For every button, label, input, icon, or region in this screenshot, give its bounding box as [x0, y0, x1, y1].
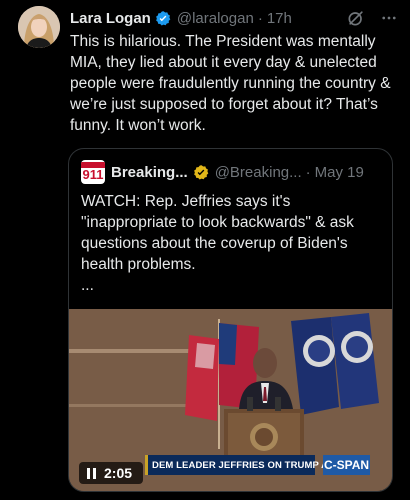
pause-icon: [87, 467, 96, 479]
quoted-tweet-header: 911 Breaking... @Breaking... · May 19: [81, 160, 380, 184]
network-logo-text: C-SPAN: [323, 458, 370, 472]
more-icon[interactable]: [380, 9, 398, 27]
tweet-text: This is hilarious. The President was men…: [70, 33, 395, 134]
quoted-tweet-text: WATCH: Rep. Jeffries says it's "inapprop…: [81, 193, 354, 294]
tweet[interactable]: Lara Logan @laralogan · 17h This is hila…: [0, 0, 410, 500]
header-actions: [346, 8, 398, 28]
tweet-header: Lara Logan @laralogan · 17h: [70, 7, 398, 29]
separator-dot: ·: [257, 9, 263, 27]
quoted-tweet-time[interactable]: May 19: [315, 164, 364, 181]
quoted-tweet[interactable]: 911 Breaking... @Breaking... · May 19 WA…: [68, 148, 393, 492]
video-duration: 2:05: [104, 465, 133, 481]
video-chyron: DEM LEADER JEFFRIES ON TRUMP AGENDA: [145, 455, 363, 475]
separator-dot: ·: [305, 163, 311, 181]
video-player[interactable]: 2:05 DEM LEADER JEFFRIES ON TRUMP AGENDA…: [69, 309, 392, 491]
verified-badge-icon: [155, 10, 172, 27]
quoted-avatar[interactable]: 911: [81, 160, 105, 184]
quoted-author-name[interactable]: Breaking...: [111, 164, 188, 181]
author-name[interactable]: Lara Logan: [70, 10, 151, 27]
quoted-author-handle[interactable]: @Breaking...: [215, 164, 302, 181]
author-handle[interactable]: @laralogan: [177, 10, 254, 27]
gold-verified-badge-icon: [193, 164, 210, 181]
grok-icon[interactable]: [346, 8, 366, 28]
tweet-time[interactable]: 17h: [267, 10, 292, 27]
network-logo: C-SPAN: [323, 455, 370, 475]
quoted-avatar-text: 911: [82, 167, 104, 182]
avatar[interactable]: [18, 6, 60, 48]
pause-button[interactable]: 2:05: [79, 462, 143, 484]
